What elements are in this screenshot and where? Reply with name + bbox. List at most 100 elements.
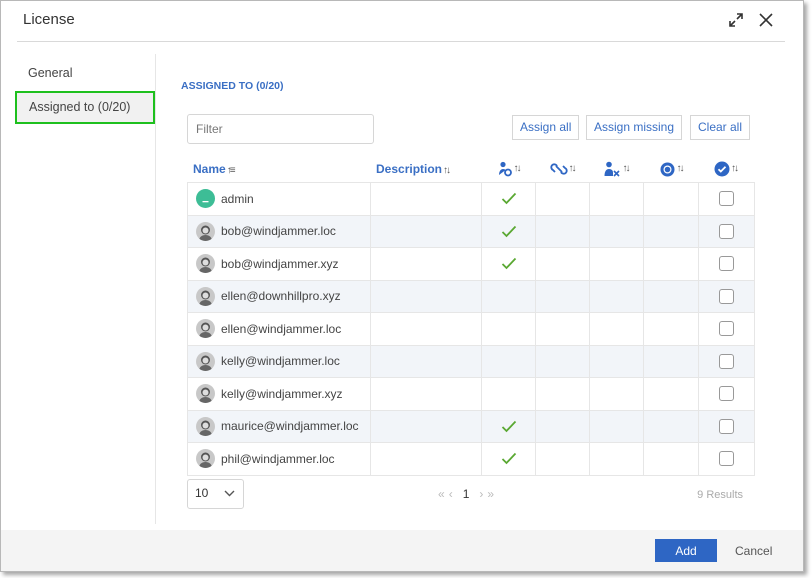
- row-checkbox[interactable]: [719, 223, 734, 239]
- cell-select: [699, 411, 754, 443]
- expand-icon[interactable]: [727, 11, 745, 29]
- avatar: [196, 384, 215, 404]
- column-header-selected[interactable]: ↑↓: [698, 152, 753, 182]
- cell-name: kelly@windjammer.loc: [188, 345, 371, 377]
- avatar: [196, 449, 215, 469]
- close-icon[interactable]: [757, 11, 775, 29]
- cell-user-settings: [482, 443, 536, 475]
- row-checkbox[interactable]: [719, 418, 734, 434]
- cell-description: [371, 248, 482, 280]
- cell-badge: [644, 345, 699, 377]
- page-size-select[interactable]: 10: [187, 479, 244, 509]
- check-icon: [501, 225, 516, 238]
- user-name: ellen@downhillpro.xyz: [221, 289, 341, 304]
- filter-input[interactable]: [187, 114, 374, 144]
- next-page-button[interactable]: ›: [479, 487, 483, 501]
- user-name: kelly@windjammer.loc: [221, 354, 340, 369]
- avatar: [196, 221, 215, 241]
- prev-page-button[interactable]: ‹: [449, 487, 453, 501]
- row-checkbox[interactable]: [719, 256, 734, 272]
- cell-select: [699, 443, 754, 475]
- sort-icon: ↑↓: [622, 163, 631, 174]
- sidebar: General Assigned to (0/20): [1, 54, 156, 524]
- cell-user-remove: [590, 248, 644, 280]
- sort-icon: ↑↓: [731, 163, 739, 174]
- column-header-description[interactable]: Description↑↓: [376, 152, 451, 182]
- cell-select: [699, 248, 754, 280]
- check-circle-icon: [714, 161, 730, 177]
- column-header-name[interactable]: Name↑≡: [193, 152, 236, 182]
- table-row[interactable]: ellen@downhillpro.xyz: [188, 280, 754, 313]
- cell-user-remove: [590, 313, 644, 345]
- cell-description: [371, 280, 482, 312]
- table-row[interactable]: bob@windjammer.loc: [188, 215, 754, 248]
- assign-missing-button[interactable]: Assign missing: [586, 115, 683, 140]
- current-page[interactable]: 1: [463, 487, 470, 501]
- table-row[interactable]: bob@windjammer.xyz: [188, 248, 754, 281]
- cell-select: [699, 281, 754, 313]
- table-row[interactable]: phil@windjammer.loc: [188, 443, 754, 476]
- column-header-user-settings[interactable]: ↑↓: [481, 152, 535, 182]
- sort-icon: ↑↓: [568, 163, 577, 174]
- table-row[interactable]: kelly@windjammer.xyz: [188, 378, 754, 411]
- column-header-link[interactable]: ↑↓: [535, 152, 589, 182]
- cell-user-remove: [590, 215, 644, 247]
- sort-icon: ↑↓: [676, 163, 685, 174]
- link-icon: [549, 163, 568, 175]
- cell-user-settings: [482, 215, 536, 247]
- dialog-title: License: [23, 11, 75, 28]
- first-page-button[interactable]: «: [438, 487, 445, 501]
- row-checkbox[interactable]: [719, 321, 734, 337]
- cancel-button[interactable]: Cancel: [729, 539, 778, 562]
- clear-all-button[interactable]: Clear all: [690, 115, 751, 140]
- user-settings-icon: [498, 161, 512, 177]
- sort-icon: ↑↓: [443, 165, 451, 176]
- cell-description: [371, 215, 482, 247]
- sidebar-item-general[interactable]: General: [15, 57, 155, 90]
- column-header-user-remove[interactable]: ↑↓: [589, 152, 643, 182]
- sort-icon: ↑≡: [226, 165, 236, 176]
- user-name: ellen@windjammer.loc: [221, 321, 342, 336]
- column-name-label: Name: [193, 162, 226, 176]
- cell-badge: [644, 443, 699, 475]
- sort-icon: ↑↓: [513, 163, 522, 174]
- cell-select: [699, 313, 754, 345]
- results-count: 9 Results: [697, 489, 743, 501]
- avatar: [196, 351, 215, 371]
- assignment-table: Name↑≡ Description↑↓ ↑↓ ↑↓ ↑↓ ↑↓ ↑↓ admi…: [187, 152, 755, 476]
- row-checkbox[interactable]: [719, 386, 734, 402]
- column-header-badge[interactable]: ↑↓: [643, 152, 698, 182]
- row-checkbox[interactable]: [719, 288, 734, 304]
- avatar: [196, 319, 215, 339]
- user-name: maurice@windjammer.loc: [221, 419, 359, 434]
- check-icon: [501, 193, 516, 205]
- avatar: [196, 416, 215, 436]
- row-checkbox[interactable]: [719, 353, 734, 369]
- user-name: bob@windjammer.loc: [221, 224, 336, 239]
- cell-badge: [644, 248, 699, 280]
- row-checkbox[interactable]: [719, 451, 734, 467]
- cell-name: ellen@downhillpro.xyz: [188, 280, 371, 312]
- last-page-button[interactable]: »: [487, 487, 494, 501]
- cell-user-settings: [482, 345, 536, 377]
- cell-badge: [644, 410, 699, 442]
- cell-description: [371, 183, 482, 215]
- sidebar-item-assigned-to[interactable]: Assigned to (0/20): [15, 91, 155, 124]
- section-title: ASSIGNED TO (0/20): [181, 80, 284, 92]
- cell-user-settings: [482, 410, 536, 442]
- table-row[interactable]: admin: [188, 183, 754, 216]
- cell-user-remove: [590, 183, 644, 215]
- row-checkbox[interactable]: [719, 191, 734, 207]
- table-row[interactable]: ellen@windjammer.loc: [188, 313, 754, 346]
- check-icon: [501, 453, 516, 465]
- avatar: [196, 286, 215, 306]
- user-name: kelly@windjammer.xyz: [221, 386, 343, 401]
- table-header: Name↑≡ Description↑↓ ↑↓ ↑↓ ↑↓ ↑↓ ↑↓: [187, 152, 755, 182]
- badge-icon: [660, 162, 674, 176]
- table-row[interactable]: kelly@windjammer.loc: [188, 345, 754, 378]
- dialog-footer: Add Cancel: [1, 530, 803, 571]
- assign-all-button[interactable]: Assign all: [512, 115, 580, 140]
- cell-badge: [644, 313, 699, 345]
- table-row[interactable]: maurice@windjammer.loc: [188, 410, 754, 443]
- add-button[interactable]: Add: [655, 539, 717, 562]
